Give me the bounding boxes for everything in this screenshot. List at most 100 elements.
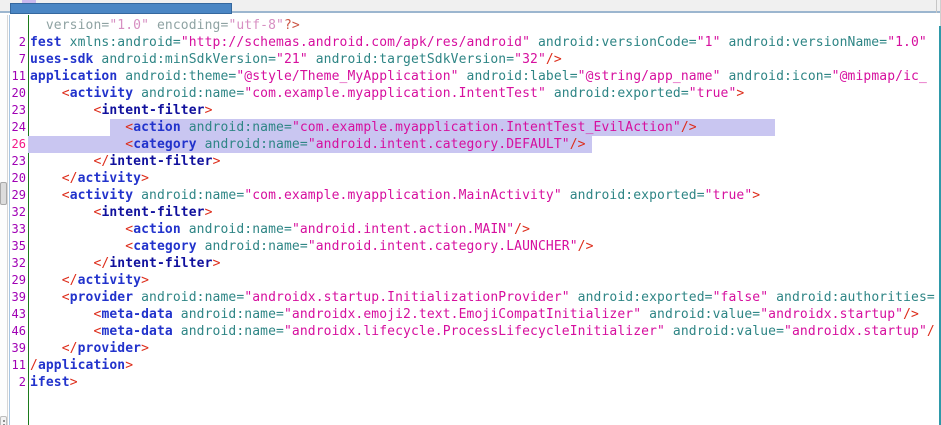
gutter-line-number[interactable]: 26: [10, 136, 26, 153]
syntax-token-a: android:name=: [133, 86, 244, 101]
horizontal-scrollbar-thumb[interactable]: [10, 3, 232, 14]
syntax-token-t: activity: [78, 171, 142, 186]
gutter-line-number[interactable]: 11: [10, 68, 26, 85]
syntax-token-b: </: [62, 273, 78, 288]
code-line[interactable]: <provider android:name="androidx.startup…: [30, 289, 938, 306]
syntax-token-u: intent-filter: [109, 154, 212, 169]
syntax-token-p: [30, 154, 94, 169]
syntax-token-t: provider: [78, 341, 142, 356]
syntax-token-b: >: [70, 375, 78, 390]
syntax-token-a: android:value=: [641, 307, 760, 322]
gutter-line-number[interactable]: 46: [10, 323, 26, 340]
code-line[interactable]: uses-sdk android:minSdkVersion="21" andr…: [30, 51, 938, 68]
gutter-line-number[interactable]: 35: [10, 238, 26, 255]
syntax-token-p: [30, 188, 62, 203]
gutter-line-number[interactable]: 32: [10, 255, 26, 272]
syntax-token-xs: "1.0": [109, 18, 149, 33]
gutter-line-number[interactable]: 20: [10, 170, 26, 187]
xml-source-viewer: 271120232426232029323335322939434639112 …: [0, 0, 941, 425]
syntax-token-b: />: [546, 52, 562, 67]
syntax-token-a: android:name=: [173, 307, 284, 322]
code-area: version="1.0" encoding="utf-8"?>fest xml…: [30, 17, 938, 391]
code-line[interactable]: </intent-filter>: [30, 153, 938, 170]
gutter-line-number[interactable]: [10, 17, 26, 34]
code-line[interactable]: /application>: [30, 357, 938, 374]
code-line[interactable]: <activity android:name="com.example.myap…: [30, 85, 938, 102]
code-line[interactable]: <meta-data android:name="androidx.lifecy…: [30, 323, 938, 340]
gutter-line-number[interactable]: 23: [10, 153, 26, 170]
syntax-token-s: "@string/app_name": [578, 69, 721, 84]
syntax-token-b: />: [681, 120, 697, 135]
gutter-line-number[interactable]: 11: [10, 357, 26, 374]
syntax-token-b: >: [205, 103, 213, 118]
code-line[interactable]: version="1.0" encoding="utf-8"?>: [30, 17, 938, 34]
gutter-line-number[interactable]: 39: [10, 289, 26, 306]
syntax-token-b: >: [736, 86, 744, 101]
gutter-line-number[interactable]: 32: [10, 204, 26, 221]
syntax-token-p: [30, 120, 125, 135]
syntax-token-t: application: [38, 358, 125, 373]
syntax-token-p: [30, 171, 62, 186]
syntax-token-s: "true": [689, 86, 737, 101]
syntax-token-u: intent-filter: [101, 205, 204, 220]
gutter-line-number[interactable]: 33: [10, 221, 26, 238]
syntax-token-b: >: [205, 205, 213, 220]
code-line[interactable]: <meta-data android:name="androidx.emoji2…: [30, 306, 938, 323]
gutter-line-number[interactable]: 7: [10, 51, 26, 68]
code-line[interactable]: </provider>: [30, 340, 938, 357]
syntax-token-s: "32": [514, 52, 546, 67]
code-line[interactable]: <category android:name="android.intent.c…: [30, 136, 938, 153]
code-line[interactable]: <category android:name="android.intent.c…: [30, 238, 938, 255]
syntax-token-a: android:exported=: [546, 86, 689, 101]
code-line[interactable]: <activity android:name="com.example.myap…: [30, 187, 938, 204]
gutter-line-number[interactable]: 2: [10, 34, 26, 51]
syntax-token-t: uses-sdk: [30, 52, 94, 67]
syntax-token-p: [30, 103, 94, 118]
gutter-line-number[interactable]: 20: [10, 85, 26, 102]
gutter-line-number[interactable]: 29: [10, 187, 26, 204]
syntax-token-p: [30, 290, 62, 305]
syntax-token-t: provider: [70, 290, 134, 305]
code-line[interactable]: </activity>: [30, 272, 938, 289]
code-line[interactable]: fest xmlns:android="http://schemas.andro…: [30, 34, 938, 51]
code-line[interactable]: <action android:name="android.intent.act…: [30, 221, 938, 238]
syntax-token-s: "android.intent.category.LAUNCHER": [308, 239, 578, 254]
syntax-token-s: "com.example.myapplication.MainActivity": [244, 188, 561, 203]
syntax-token-p: [30, 205, 94, 220]
code-line[interactable]: </activity>: [30, 170, 938, 187]
syntax-token-a: android:versionName=: [721, 35, 888, 50]
syntax-token-t: ifest: [30, 375, 70, 390]
splitter-grip-handle[interactable]: [0, 416, 7, 425]
code-line[interactable]: application android:theme="@style/Theme_…: [30, 68, 938, 85]
syntax-token-b: <: [62, 86, 70, 101]
syntax-token-b: />: [570, 137, 586, 152]
syntax-token-s: "androidx.lifecycle.ProcessLifecycleInit…: [284, 324, 665, 339]
syntax-token-t: activity: [70, 86, 134, 101]
code-line[interactable]: </intent-filter>: [30, 255, 938, 272]
syntax-token-s: "androidx.startup": [784, 324, 927, 339]
code-line[interactable]: <action android:name="com.example.myappl…: [30, 119, 938, 136]
syntax-token-s: "com.example.myapplication.IntentTest_Ev…: [292, 120, 681, 135]
syntax-token-b: /: [927, 324, 935, 339]
gutter-line-number[interactable]: 39: [10, 340, 26, 357]
syntax-token-p: [30, 324, 94, 339]
syntax-token-b: </: [62, 171, 78, 186]
gutter-line-number[interactable]: 43: [10, 306, 26, 323]
code-line[interactable]: <intent-filter>: [30, 102, 938, 119]
syntax-token-a: android:name=: [197, 137, 308, 152]
code-line[interactable]: ifest>: [30, 374, 938, 391]
gutter-line-number[interactable]: 29: [10, 272, 26, 289]
gutter-line-number[interactable]: 23: [10, 102, 26, 119]
left-scrollbar-thumb[interactable]: [0, 182, 7, 205]
syntax-token-p: [30, 222, 125, 237]
syntax-token-s: "@style/Theme_MyApplication": [236, 69, 458, 84]
code-line[interactable]: <intent-filter>: [30, 204, 938, 221]
gutter-line-number[interactable]: 2: [10, 374, 26, 391]
gutter-line-number[interactable]: 24: [10, 119, 26, 136]
syntax-token-t: fest: [30, 35, 62, 50]
syntax-token-b: />: [514, 222, 530, 237]
syntax-token-s: "android.intent.action.MAIN": [292, 222, 514, 237]
syntax-token-a: android:theme=: [117, 69, 236, 84]
syntax-token-a: android:icon=: [721, 69, 832, 84]
syntax-token-b: >: [125, 358, 133, 373]
